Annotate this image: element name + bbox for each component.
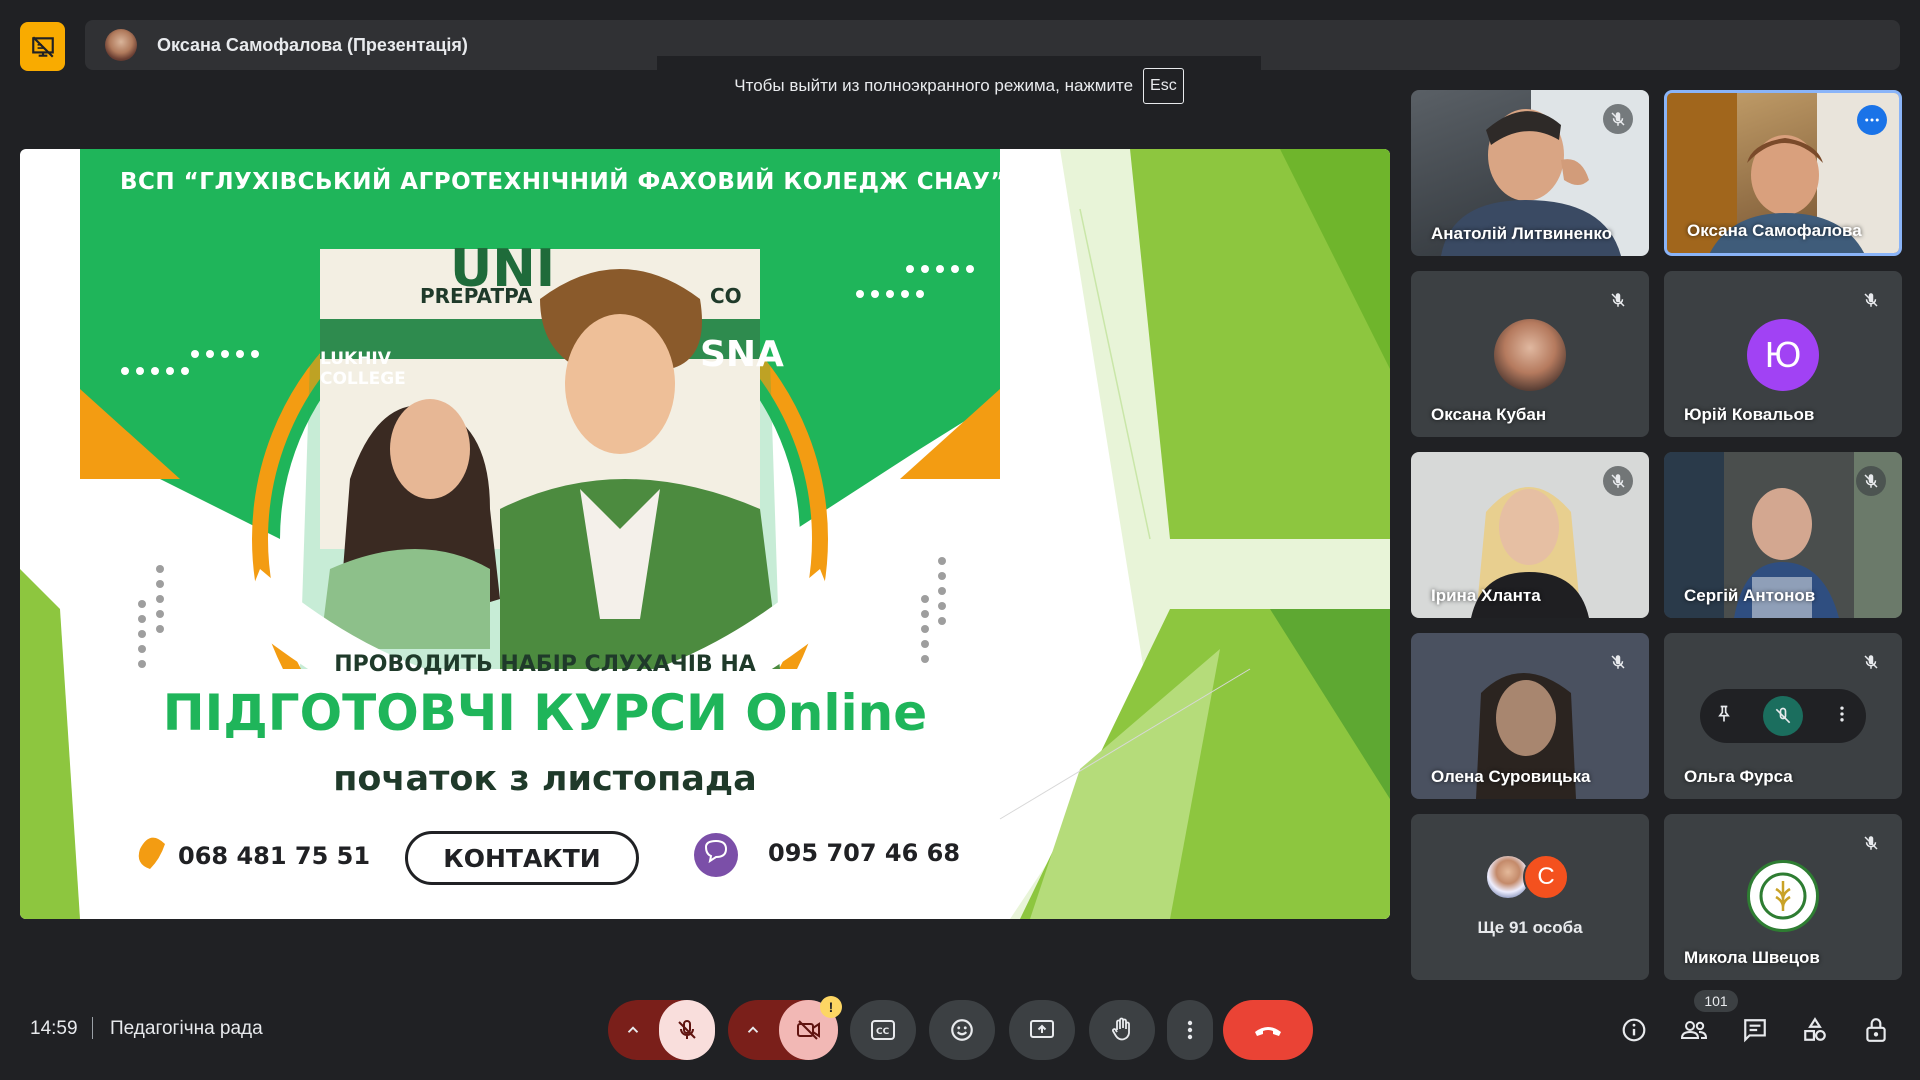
mic-off-icon	[678, 1019, 696, 1039]
mic-off-icon	[1603, 647, 1633, 677]
mic-off-icon	[1856, 647, 1886, 677]
more-vertical-icon[interactable]	[1832, 704, 1852, 729]
slide-sign-prep: PREPATPA	[420, 284, 533, 308]
end-call-button[interactable]	[1223, 1000, 1313, 1060]
participant-tile[interactable]: Олена Суровицька	[1411, 633, 1649, 799]
camera-off-icon	[796, 1020, 820, 1040]
slide-main-title: ПІДГОТОВЧІ КУРСИ Online	[162, 684, 928, 742]
more-participants-tile[interactable]: С Ще 91 особа	[1411, 814, 1649, 980]
activities-button[interactable]	[1793, 1010, 1837, 1050]
participant-tile[interactable]: Оксана Кубан	[1411, 271, 1649, 437]
host-controls-icon	[1866, 1018, 1886, 1042]
fullscreen-notice: Чтобы выйти из полноэкранного режима, на…	[657, 56, 1261, 116]
mic-off-icon	[1856, 285, 1886, 315]
warning-icon: !	[820, 996, 842, 1018]
svg-text:CC: CC	[876, 1027, 890, 1037]
chevron-up-icon[interactable]	[728, 1000, 778, 1060]
participant-tile[interactable]: Ірина Хланта	[1411, 452, 1649, 618]
esc-key-hint: Esc	[1143, 68, 1184, 104]
more-vertical-icon	[1187, 1020, 1193, 1040]
participant-name: Ольга Фурса	[1684, 767, 1793, 786]
people-button[interactable]	[1672, 1010, 1716, 1050]
mic-off-icon	[1603, 104, 1633, 134]
info-icon	[1622, 1018, 1646, 1042]
participant-tile-active[interactable]: Оксана Самофалова	[1664, 90, 1902, 256]
slide-sign-co: CO	[710, 284, 742, 308]
slide-artwork	[20, 149, 1390, 919]
more-options-button[interactable]	[1167, 1000, 1213, 1060]
captions-icon: CC	[871, 1020, 895, 1040]
slide-subtitle: ПРОВОДИТЬ НАБІР СЛУХАЧІВ НА	[334, 652, 756, 677]
slide-phone-2: 095 707 46 68	[768, 839, 961, 867]
tile-hover-controls	[1700, 689, 1866, 743]
people-count-badge: 101	[1694, 990, 1738, 1012]
pin-icon[interactable]	[1714, 704, 1734, 729]
fullscreen-notice-text: Чтобы выйти из полноэкранного режима, на…	[734, 76, 1134, 95]
present-button[interactable]	[1009, 1000, 1075, 1060]
more-participants-label: Ще 91 особа	[1477, 918, 1583, 937]
info-button[interactable]	[1612, 1010, 1656, 1050]
slide-contacts-button: КОНТАКТИ	[405, 831, 639, 885]
chat-icon	[1744, 1019, 1766, 1043]
participant-tile[interactable]: Анатолій Литвиненко	[1411, 90, 1649, 256]
meeting-clock: 14:59	[30, 1018, 78, 1039]
participant-name: Сергій Антонов	[1684, 586, 1816, 605]
host-controls-button[interactable]	[1854, 1010, 1898, 1050]
participant-name: Микола Швецов	[1684, 948, 1820, 967]
slide-sign-college: LUKHIV COLLEGE	[320, 349, 406, 389]
present-icon	[1030, 1020, 1054, 1038]
slide-sign-sna: SNA	[700, 334, 784, 375]
captions-button[interactable]: CC	[850, 1000, 916, 1060]
participant-name: Оксана Самофалова	[1687, 221, 1862, 240]
slide-start-date: початок з листопада	[333, 759, 757, 799]
participant-logo-avatar	[1747, 860, 1819, 932]
slide-phone-1: 068 481 75 51	[178, 842, 371, 870]
divider	[92, 1017, 93, 1039]
participant-tile[interactable]: Микола Швецов	[1664, 814, 1902, 980]
presenter-avatar	[105, 29, 137, 61]
mic-off-button[interactable]	[659, 1000, 715, 1060]
emoji-icon	[951, 1019, 973, 1041]
participant-avatar: С	[1523, 854, 1569, 900]
participant-avatar	[1494, 319, 1566, 391]
mic-control-group	[608, 1000, 715, 1060]
presentation-slide: ВСП “ГЛУХІВСЬКИЙ АГРОТЕХНІЧНИЙ ФАХОВИЙ К…	[20, 149, 1390, 919]
participant-name: Юрій Ковальов	[1684, 405, 1815, 424]
participant-tile[interactable]: Сергій Антонов	[1664, 452, 1902, 618]
participant-tile[interactable]: Ю Юрій Ковальов	[1664, 271, 1902, 437]
more-horizontal-icon[interactable]	[1857, 105, 1887, 135]
mute-participant-icon[interactable]	[1762, 696, 1803, 736]
slide-header: ВСП “ГЛУХІВСЬКИЙ АГРОТЕХНІЧНИЙ ФАХОВИЙ К…	[120, 169, 1006, 195]
presentation-stop-icon[interactable]	[20, 22, 65, 71]
participant-name: Оксана Кубан	[1431, 405, 1547, 424]
participant-name: Ірина Хланта	[1431, 586, 1541, 605]
participant-avatar: Ю	[1747, 319, 1819, 391]
raise-hand-icon	[1112, 1017, 1130, 1041]
chevron-up-icon[interactable]	[608, 1000, 658, 1060]
mic-off-icon	[1603, 466, 1633, 496]
end-call-icon	[1255, 1027, 1281, 1036]
mic-off-icon	[1856, 466, 1886, 496]
meeting-title: Педагогічна рада	[110, 1018, 263, 1039]
chat-button[interactable]	[1733, 1010, 1777, 1050]
activities-icon	[1804, 1017, 1826, 1041]
participant-name: Анатолій Литвиненко	[1431, 224, 1613, 243]
emoji-button[interactable]	[929, 1000, 995, 1060]
presenter-label: Оксана Самофалова (Презентація)	[157, 34, 468, 55]
raise-hand-button[interactable]	[1089, 1000, 1155, 1060]
people-icon	[1680, 1021, 1708, 1039]
participant-name: Олена Суровицька	[1431, 767, 1591, 786]
mic-off-icon	[1856, 828, 1886, 858]
camera-control-group: !	[728, 996, 842, 1060]
mic-off-icon	[1603, 285, 1633, 315]
participant-tile[interactable]: Ольга Фурса	[1664, 633, 1902, 799]
